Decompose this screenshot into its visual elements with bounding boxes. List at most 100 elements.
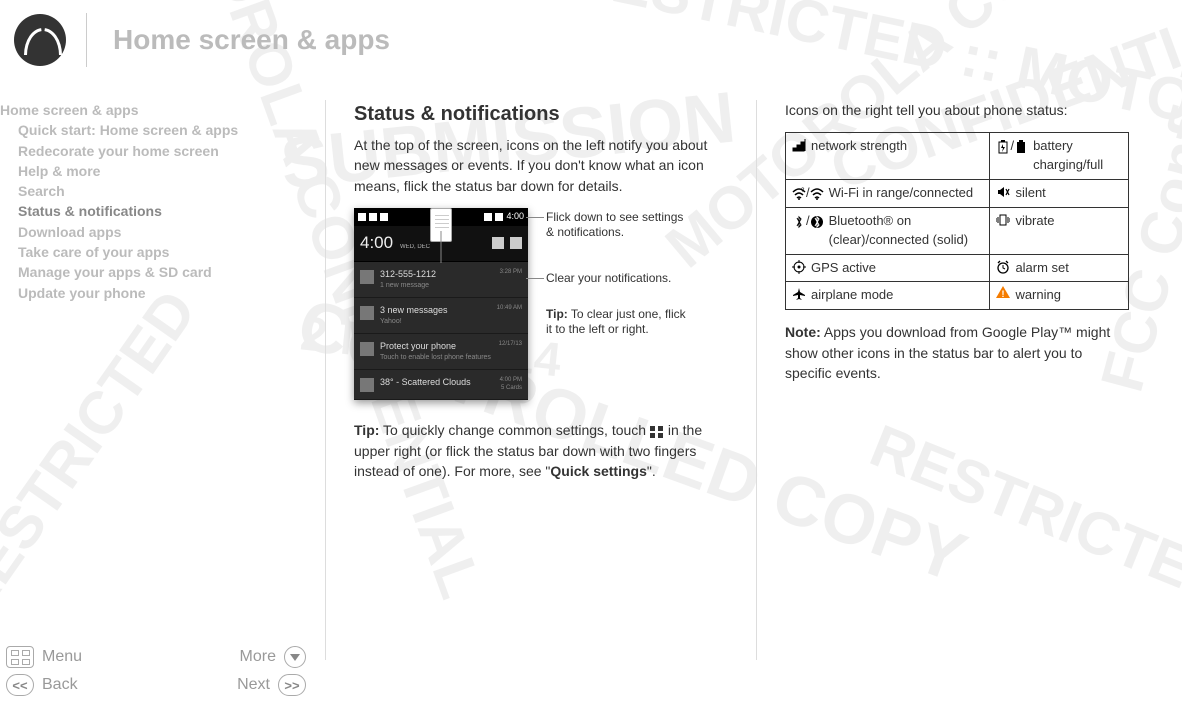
note-body: Apps you download from Google Play™ migh… bbox=[785, 324, 1110, 381]
status-cell: / Wi-Fi in range/connected bbox=[786, 179, 990, 207]
table-row: airplane mode warning bbox=[786, 282, 1129, 310]
motorola-logo-icon bbox=[14, 14, 66, 66]
status-cell-label: Wi-Fi in range/connected bbox=[829, 184, 984, 203]
silent-icon bbox=[996, 185, 1010, 199]
note-paragraph: Note: Apps you download from Google Play… bbox=[785, 322, 1129, 383]
status-cell-label: silent bbox=[1015, 184, 1122, 203]
content-column-1: Status & notifications At the top of the… bbox=[326, 100, 756, 660]
batt-full-icon bbox=[1014, 140, 1028, 154]
next-label: Next bbox=[237, 676, 270, 694]
status-intro: Icons on the right tell you about phone … bbox=[785, 100, 1129, 120]
quick-settings-icon bbox=[510, 237, 522, 249]
nav-item[interactable]: Search bbox=[0, 181, 315, 201]
airplane-icon bbox=[792, 287, 806, 301]
notification-subtitle: Touch to enable lost phone features bbox=[380, 353, 522, 363]
table-row: GPS active alarm set bbox=[786, 254, 1129, 282]
msg-icon bbox=[358, 213, 366, 221]
tip-label: Tip: bbox=[546, 307, 568, 321]
page-title: Home screen & apps bbox=[113, 24, 390, 56]
status-cell: warning bbox=[990, 282, 1129, 310]
status-cell-label: alarm set bbox=[1015, 259, 1122, 278]
note-label: Note: bbox=[785, 324, 821, 340]
sync-icon bbox=[380, 213, 388, 221]
footer-nav: Menu More << Back Next >> bbox=[6, 643, 306, 699]
next-chevron-icon: >> bbox=[278, 674, 306, 696]
alarm-icon bbox=[996, 260, 1010, 274]
status-cell-label: Bluetooth® on (clear)/connected (solid) bbox=[829, 212, 984, 250]
back-button[interactable]: << Back bbox=[6, 674, 78, 696]
notification-app-icon bbox=[360, 378, 374, 392]
mail-icon bbox=[369, 213, 377, 221]
status-cell-label: battery charging/full bbox=[1033, 137, 1122, 175]
menu-label: Menu bbox=[42, 648, 82, 666]
pull-handle-icon bbox=[430, 208, 452, 242]
menu-button[interactable]: Menu bbox=[6, 646, 82, 668]
signal-icon bbox=[484, 213, 492, 221]
notification-app-icon bbox=[360, 342, 374, 356]
status-cell: vibrate bbox=[990, 207, 1129, 254]
nav-item[interactable]: Manage your apps & SD card bbox=[0, 262, 315, 282]
status-cell-label: network strength bbox=[811, 137, 983, 156]
nav-section-heading[interactable]: Home screen & apps bbox=[0, 100, 315, 120]
notification-item: 38° - Scattered Clouds4:00 PM5 Cards bbox=[354, 370, 528, 400]
status-cell: GPS active bbox=[786, 254, 990, 282]
signal-icon bbox=[792, 138, 806, 152]
nav-item[interactable]: Update your phone bbox=[0, 283, 315, 303]
notification-item: 3 new messagesYahoo!10:49 AM bbox=[354, 298, 528, 334]
status-cell-label: warning bbox=[1015, 286, 1122, 305]
notification-time: 12/17/13 bbox=[499, 340, 522, 349]
next-button[interactable]: Next >> bbox=[237, 674, 306, 696]
notification-subtitle: Yahoo! bbox=[380, 317, 522, 327]
notification-item: 312-555-12121 new message3:28 PM bbox=[354, 262, 528, 298]
notification-time: 10:49 AM bbox=[497, 304, 522, 313]
nav-item[interactable]: Help & more bbox=[0, 161, 315, 181]
notification-app-icon bbox=[360, 306, 374, 320]
content-column-2: Icons on the right tell you about phone … bbox=[757, 100, 1157, 660]
battery-icon bbox=[495, 213, 503, 221]
nav-item[interactable]: Status & notifications bbox=[0, 201, 315, 221]
batt-chg-icon bbox=[996, 140, 1010, 154]
status-cell: alarm set bbox=[990, 254, 1129, 282]
notification-subtitle: 1 new message bbox=[380, 281, 522, 291]
wifi-icon bbox=[810, 187, 824, 201]
table-row: / Bluetooth® on (clear)/connected (solid… bbox=[786, 207, 1129, 254]
notification-extra: 5 Cards bbox=[501, 384, 522, 393]
section-body: At the top of the screen, icons on the l… bbox=[354, 135, 728, 196]
notification-app-icon bbox=[360, 270, 374, 284]
more-chevron-icon bbox=[284, 646, 306, 668]
header-divider bbox=[86, 13, 87, 67]
more-button[interactable]: More bbox=[240, 646, 306, 668]
status-cell-label: airplane mode bbox=[811, 286, 983, 305]
back-label: Back bbox=[42, 676, 78, 694]
nav-item[interactable]: Redecorate your home screen bbox=[0, 141, 315, 161]
tip-label: Tip: bbox=[354, 422, 379, 438]
wifi-out-icon bbox=[792, 187, 806, 201]
status-cell: network strength bbox=[786, 133, 990, 180]
tip-paragraph: Tip: To quickly change common settings, … bbox=[354, 420, 728, 481]
status-cell: silent bbox=[990, 179, 1129, 207]
notification-item: Protect your phoneTouch to enable lost p… bbox=[354, 334, 528, 370]
status-cell: airplane mode bbox=[786, 282, 990, 310]
clear-all-icon bbox=[492, 237, 504, 249]
phone-annotations: Flick down to see settings & notificatio… bbox=[528, 208, 688, 358]
nav-item[interactable]: Take care of your apps bbox=[0, 242, 315, 262]
status-cell: / Bluetooth® on (clear)/connected (solid… bbox=[786, 207, 990, 254]
annotation-clear: Clear your notifications. bbox=[546, 271, 671, 285]
notification-time: 3:28 PM bbox=[500, 268, 522, 277]
gps-icon bbox=[792, 260, 806, 274]
bt-clear-icon bbox=[792, 215, 806, 229]
nav-item[interactable]: Download apps bbox=[0, 222, 315, 242]
table-row: / Wi-Fi in range/connected silent bbox=[786, 179, 1129, 207]
phone-illustration: 4:00 4:00 WED, DEC 312-555-12121 new mes… bbox=[354, 208, 528, 401]
tip-body: To clear just one, flick it to the left … bbox=[546, 307, 686, 337]
status-cell-label: GPS active bbox=[811, 259, 983, 278]
more-label: More bbox=[240, 648, 276, 666]
section-title: Status & notifications bbox=[354, 100, 728, 129]
statusbar-time: 4:00 bbox=[506, 210, 524, 223]
menu-grid-icon bbox=[6, 646, 34, 668]
bt-solid-icon bbox=[810, 215, 824, 229]
panel-date: WED, DEC bbox=[400, 244, 430, 250]
section-nav: Home screen & apps Quick start: Home scr… bbox=[0, 100, 325, 660]
annotation-flick-down: Flick down to see settings & notificatio… bbox=[546, 210, 683, 240]
nav-item[interactable]: Quick start: Home screen & apps bbox=[0, 120, 315, 140]
